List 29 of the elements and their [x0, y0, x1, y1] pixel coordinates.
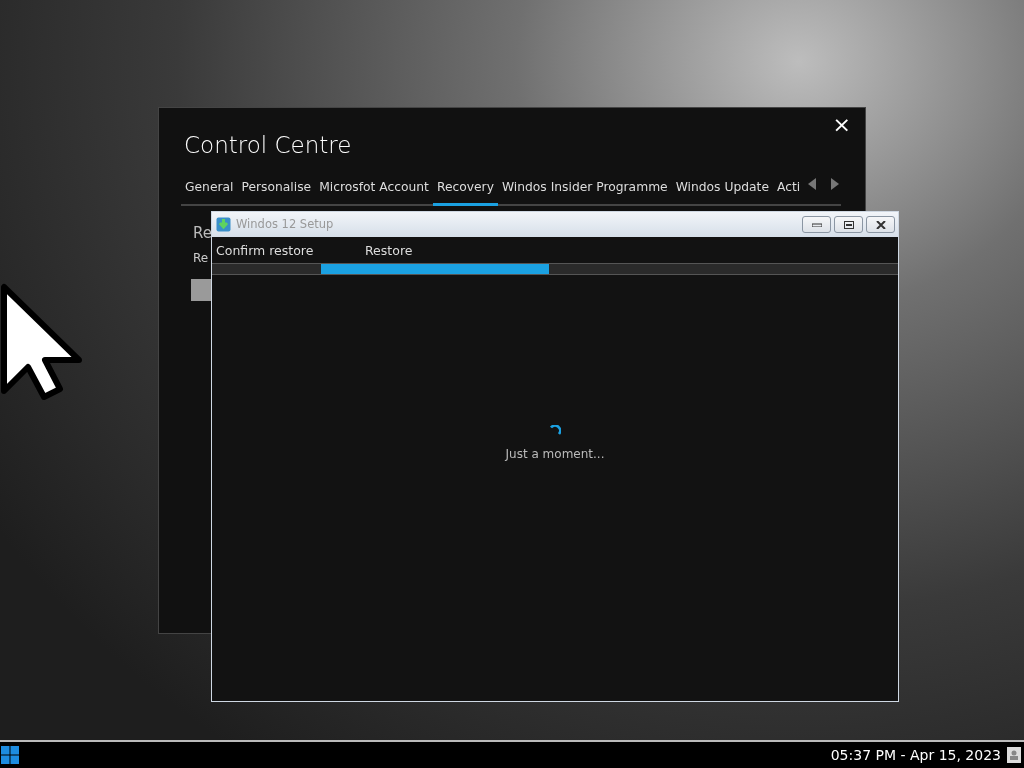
clock[interactable]: 05:37 PM - Apr 15, 2023 [830, 744, 1001, 766]
step-label: Restore [364, 242, 414, 260]
maximize-icon [843, 220, 854, 229]
loading-spinner-icon [549, 425, 561, 437]
tab[interactable]: Windos Update [671, 173, 773, 207]
minimize-icon [811, 222, 822, 227]
tab[interactable]: Windos Insider Programme [497, 173, 672, 207]
window-title: Control Centre [184, 132, 353, 160]
close-button[interactable]: × [830, 112, 853, 139]
tab[interactable]: Acti [772, 173, 805, 207]
close-icon [875, 220, 886, 229]
download-icon [216, 217, 231, 232]
button-fragment[interactable] [191, 278, 212, 301]
tab[interactable]: Recovery [432, 173, 498, 207]
section-heading: Re [193, 223, 212, 245]
status-message: Just a moment... [505, 446, 605, 463]
maximize-button[interactable] [834, 216, 863, 233]
tab[interactable]: General [181, 173, 238, 207]
close-button[interactable] [866, 216, 895, 233]
tab[interactable]: Personalise [237, 173, 316, 207]
scroll-right-icon[interactable] [831, 178, 841, 191]
notification-icon[interactable] [1007, 747, 1021, 763]
scroll-left-icon[interactable] [808, 178, 818, 191]
step-label: Confirm restore [215, 242, 315, 260]
tab[interactable]: Microsfot Account [315, 173, 433, 207]
window-title: Windos 12 Setup [236, 215, 335, 233]
mouse-pointer-icon [0, 283, 84, 401]
section-text: Re [193, 249, 209, 267]
start-icon[interactable] [1, 746, 19, 764]
